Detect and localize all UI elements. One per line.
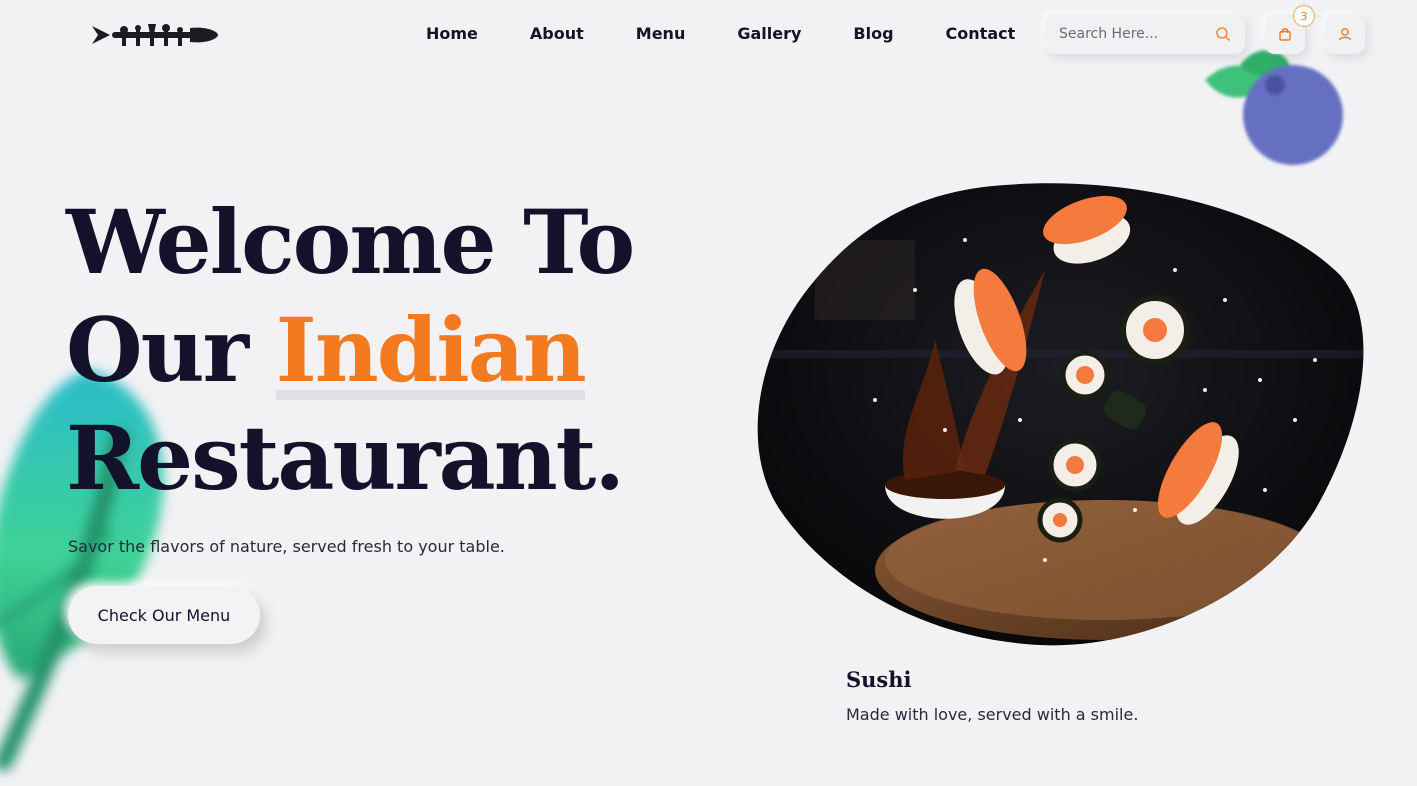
- nav-home[interactable]: Home: [426, 22, 478, 46]
- hero-title: Welcome To Our Indian Restaurant.: [66, 188, 686, 512]
- user-account-button[interactable]: [1325, 14, 1365, 54]
- nav-blog[interactable]: Blog: [853, 22, 893, 46]
- nav-about[interactable]: About: [530, 22, 584, 46]
- featured-dish-subtitle: Made with love, served with a smile.: [846, 705, 1139, 724]
- logo[interactable]: [90, 18, 220, 52]
- cart-button[interactable]: 3: [1265, 5, 1315, 54]
- hero-title-prefix: Our: [66, 298, 276, 402]
- main-nav: Home About Menu Gallery Blog Contact: [426, 22, 1015, 46]
- nav-contact[interactable]: Contact: [946, 22, 1016, 46]
- hero-title-line-3: Restaurant.: [66, 406, 625, 510]
- featured-dish-title: Sushi: [846, 667, 912, 692]
- blueberry-decoration: [1205, 50, 1343, 165]
- nav-gallery[interactable]: Gallery: [737, 22, 801, 46]
- hero-tagline: Savor the flavors of nature, served fres…: [68, 537, 505, 556]
- cart-count-badge: 3: [1293, 5, 1315, 27]
- user-icon: [1338, 28, 1352, 41]
- check-menu-button[interactable]: Check Our Menu: [68, 586, 260, 644]
- shopping-bag-icon: [1279, 28, 1291, 41]
- hero-title-line-1: Welcome To: [66, 190, 635, 294]
- page: Home About Menu Gallery Blog Contact 3 W…: [0, 0, 1417, 786]
- sushi-image: [757, 183, 1364, 646]
- hero-title-accent: Indian: [275, 298, 587, 402]
- nav-menu[interactable]: Menu: [636, 22, 686, 46]
- search-box: [1045, 14, 1245, 54]
- search-input[interactable]: [1059, 26, 1215, 42]
- search-icon[interactable]: [1215, 26, 1231, 42]
- hero-title-line-2: Our Indian: [66, 296, 686, 404]
